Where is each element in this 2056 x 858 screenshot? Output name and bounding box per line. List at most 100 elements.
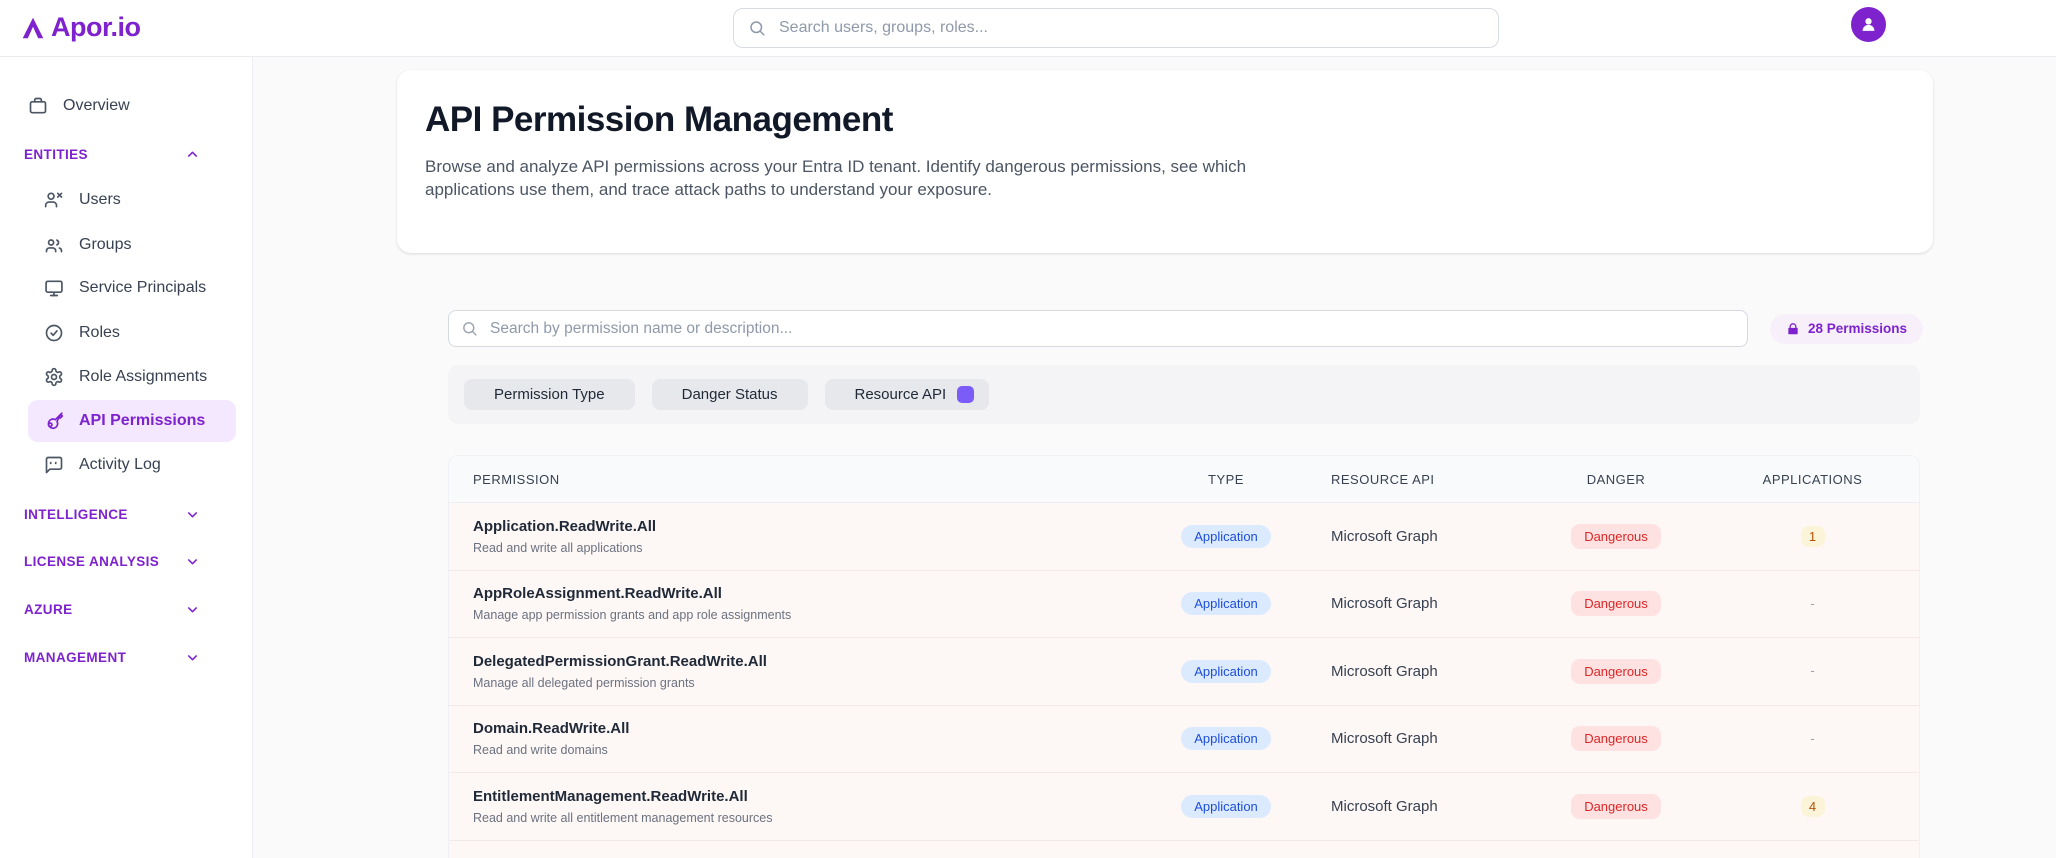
sidebar-item-roles[interactable]: Roles [16, 318, 236, 348]
table-row[interactable]: Application.ReadWrite.All Read and write… [449, 503, 1919, 571]
sidebar-item-label: API Permissions [79, 412, 206, 429]
sidebar-section-entities[interactable]: ENTITIES [16, 143, 236, 165]
logo-triangle-icon [22, 17, 44, 38]
chevron-down-icon [187, 606, 198, 612]
resource-api-value: Microsoft Graph [1331, 797, 1438, 815]
table-row[interactable]: EntitlementManagement.ReadWrite.All Read… [449, 773, 1919, 841]
column-header-type: TYPE [1208, 471, 1244, 487]
sidebar-item-label: Activity Log [79, 456, 161, 473]
users-icon [45, 239, 63, 253]
chevron-down-icon [187, 511, 198, 517]
resource-api-color-swatch [957, 386, 975, 403]
search-icon [750, 21, 765, 36]
type-badge: Application [1181, 592, 1271, 616]
type-badge: Application [1181, 524, 1271, 548]
check-circle-icon [45, 324, 63, 342]
section-label: ENTITIES [24, 146, 88, 162]
page-description: Browse and analyze API permissions acros… [425, 157, 1247, 200]
permission-name: EntitlementManagement.ReadWrite.All [473, 787, 748, 805]
user-avatar[interactable] [1851, 7, 1886, 42]
sidebar-item-label: Service Principals [79, 279, 207, 296]
filter-bar: Permission Type Danger Status Resource A… [448, 365, 1920, 424]
chevron-down-icon [187, 558, 198, 564]
permission-name: AppRoleAssignment.ReadWrite.All [473, 585, 722, 603]
column-header-applications: APPLICATIONS [1762, 471, 1863, 487]
table-body: Application.ReadWrite.All Read and write… [449, 503, 1919, 841]
section-label: INTELLIGENCE [24, 506, 128, 522]
sidebar-item-service-principals[interactable]: Service Principals [16, 273, 236, 303]
sidebar-item-activity-log[interactable]: Activity Log [16, 450, 236, 480]
filter-danger-status[interactable]: Danger Status [651, 379, 808, 410]
app-logo[interactable]: Apor.io [20, 12, 141, 43]
global-search[interactable] [733, 8, 1499, 48]
permission-description: Manage all delegated permission grants [473, 675, 695, 690]
chevron-up-icon [187, 151, 198, 157]
permission-name: DelegatedPermissionGrant.ReadWrite.All [473, 652, 767, 670]
filter-label: Danger Status [681, 386, 778, 403]
section-label: AZURE [24, 601, 73, 617]
column-header-permission: PERMISSION [473, 471, 560, 487]
permission-description: Manage app permission grants and app rol… [473, 608, 792, 623]
filter-permission-type[interactable]: Permission Type [464, 379, 635, 410]
table-row-partial[interactable] [449, 840, 1919, 858]
sidebar-section-license-analysis[interactable]: LICENSE ANALYSIS [16, 550, 236, 572]
applications-count: - [1810, 730, 1815, 746]
app-logo-text: Apor.io [51, 12, 141, 42]
table-row[interactable]: DelegatedPermissionGrant.ReadWrite.All M… [449, 638, 1919, 706]
danger-badge: Dangerous [1571, 793, 1661, 819]
danger-badge: Dangerous [1571, 726, 1661, 752]
sidebar: Overview ENTITIES Users Groups Service P… [0, 57, 253, 858]
sidebar-section-azure[interactable]: AZURE [16, 598, 236, 620]
permission-description: Read and write domains [473, 743, 608, 758]
permission-search[interactable] [448, 310, 1748, 347]
page-title: API Permission Management [425, 100, 893, 139]
user-icon [1862, 18, 1875, 31]
sidebar-item-overview[interactable]: Overview [16, 91, 236, 121]
permission-name: Application.ReadWrite.All [473, 517, 657, 535]
resource-api-value: Microsoft Graph [1331, 527, 1438, 545]
main-content: API Permission Management Browse and ana… [253, 57, 2056, 858]
permission-description: Read and write all entitlement managemen… [473, 810, 773, 825]
sidebar-item-label: Role Assignments [79, 368, 208, 385]
sidebar-section-management[interactable]: MANAGEMENT [16, 646, 236, 668]
permissions-table: PERMISSION TYPE RESOURCE API DANGER APPL… [448, 455, 1920, 858]
resource-api-value: Microsoft Graph [1331, 595, 1438, 613]
sidebar-item-role-assignments[interactable]: Role Assignments [16, 362, 236, 392]
type-badge: Application [1181, 659, 1271, 683]
sidebar-item-users[interactable]: Users [16, 185, 236, 215]
applications-count: - [1810, 663, 1815, 679]
filter-resource-api[interactable]: Resource API [824, 379, 990, 410]
permission-search-input[interactable] [448, 310, 1748, 347]
permission-name: Domain.ReadWrite.All [473, 720, 630, 738]
sidebar-item-label: Roles [79, 324, 120, 341]
chevron-down-icon [187, 654, 198, 660]
briefcase-icon [29, 97, 47, 114]
applications-count: - [1810, 595, 1815, 611]
danger-badge: Dangerous [1571, 658, 1661, 684]
filter-label: Resource API [854, 386, 947, 403]
table-row[interactable]: AppRoleAssignment.ReadWrite.All Manage a… [449, 570, 1919, 638]
resource-api-value: Microsoft Graph [1331, 730, 1438, 748]
sidebar-item-label: Groups [79, 236, 132, 253]
lock-icon [1788, 322, 1798, 334]
sidebar-item-label: Users [79, 191, 121, 208]
permission-description: Read and write all applications [473, 540, 643, 555]
resource-api-value: Microsoft Graph [1331, 662, 1438, 680]
applications-count: 1 [1800, 525, 1825, 547]
type-badge: Application [1181, 727, 1271, 751]
column-header-danger: DANGER [1586, 471, 1646, 487]
sidebar-section-intelligence[interactable]: INTELLIGENCE [16, 503, 236, 525]
permissions-count-label: 28 Permissions [1808, 321, 1908, 336]
global-search-input[interactable] [777, 18, 1484, 38]
user-x-icon [44, 192, 63, 208]
sidebar-item-api-permissions[interactable]: API Permissions [28, 400, 236, 442]
filter-label: Permission Type [494, 386, 605, 403]
activity-log-icon [45, 456, 63, 474]
gear-icon [45, 367, 63, 387]
applications-count: 4 [1800, 795, 1825, 817]
sidebar-item-groups[interactable]: Groups [16, 230, 236, 260]
table-row[interactable]: Domain.ReadWrite.All Read and write doma… [449, 705, 1919, 773]
type-badge: Application [1181, 794, 1271, 818]
key-icon [47, 412, 64, 429]
section-label: MANAGEMENT [24, 649, 127, 665]
